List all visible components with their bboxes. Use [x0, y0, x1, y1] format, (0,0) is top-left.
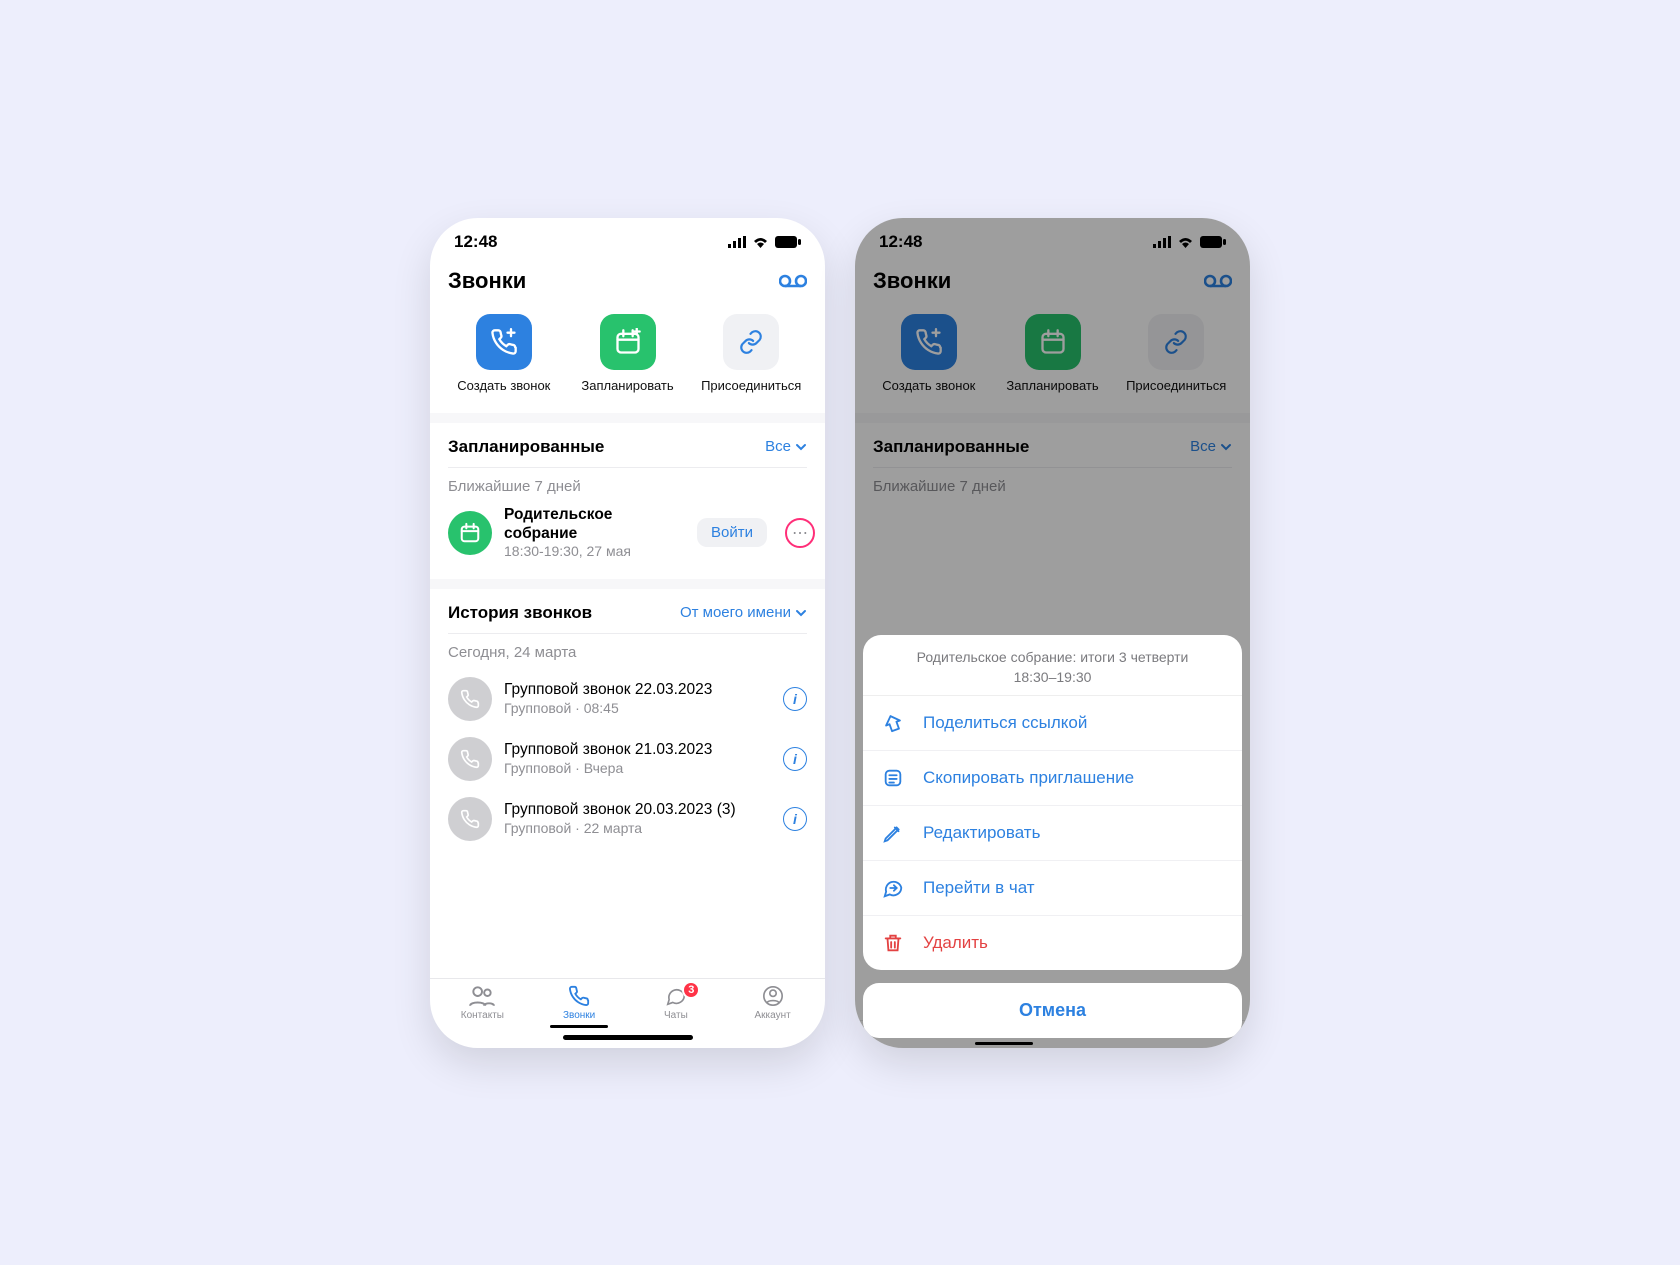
- goto-chat-item[interactable]: Перейти в чат: [863, 860, 1242, 915]
- history-row[interactable]: Групповой звонок 21.03.2023Групповой · В…: [430, 729, 825, 789]
- page-title: Звонки: [448, 268, 526, 294]
- account-icon: [761, 985, 785, 1007]
- scheduled-event[interactable]: Родительское собрание 18:30-19:30, 27 ма…: [430, 503, 825, 579]
- tab-account[interactable]: Аккаунт: [724, 985, 821, 1027]
- row-meta: Групповой · Вчера: [504, 760, 771, 778]
- event-time: 18:30-19:30, 27 мая: [504, 543, 685, 561]
- action-tiles: Создать звонок Запланировать Присоединит…: [430, 306, 825, 413]
- history-day: Сегодня, 24 марта: [430, 634, 825, 669]
- plan-action[interactable]: Запланировать: [566, 314, 690, 393]
- plan-label: Запланировать: [581, 378, 673, 393]
- history-filter[interactable]: От моего имени: [680, 604, 807, 621]
- scheduled-range: Ближайшие 7 дней: [430, 468, 825, 503]
- phone-plus-icon: [490, 328, 518, 356]
- wifi-icon: [752, 236, 769, 248]
- tab-chats[interactable]: 3Чаты: [628, 985, 725, 1027]
- copy-icon: [881, 767, 905, 789]
- cancel-button[interactable]: Отмена: [863, 983, 1242, 1038]
- home-indicator: [563, 1035, 693, 1040]
- create-call-label: Создать звонок: [457, 378, 550, 393]
- scheduled-filter[interactable]: Все: [765, 438, 807, 455]
- plan-tile[interactable]: [600, 314, 656, 370]
- join-label: Присоединиться: [701, 378, 801, 393]
- phone-icon: [448, 797, 492, 841]
- chats-badge: 3: [682, 981, 700, 999]
- delete-item[interactable]: Удалить: [863, 915, 1242, 970]
- row-title: Групповой звонок 20.03.2023 (3): [504, 800, 771, 819]
- history-row[interactable]: Групповой звонок 22.03.2023Групповой · 0…: [430, 669, 825, 729]
- canvas: 12:48 Звонки Создать звонок Запланироват…: [208, 143, 1472, 1123]
- calendar-plus-icon: [614, 328, 642, 356]
- phone-left: 12:48 Звонки Создать звонок Запланироват…: [430, 218, 825, 1048]
- share-icon: [881, 712, 905, 734]
- info-icon[interactable]: i: [783, 747, 807, 771]
- calendar-icon: [448, 511, 492, 555]
- chevron-down-icon: [795, 441, 807, 453]
- join-action[interactable]: Присоединиться: [689, 314, 813, 393]
- tab-calls[interactable]: Звонки: [531, 985, 628, 1027]
- event-title: Родительское собрание: [504, 505, 685, 544]
- chat-arrow-icon: [881, 877, 905, 899]
- history-title: История звонков: [448, 603, 592, 623]
- link-icon: [738, 329, 764, 355]
- create-call-action[interactable]: Создать звонок: [442, 314, 566, 393]
- action-sheet: Родительское собрание: итоги 3 четверти …: [863, 635, 1242, 970]
- scheduled-head: Запланированные Все: [430, 423, 825, 467]
- history-head: История звонков От моего имени: [430, 589, 825, 633]
- join-tile[interactable]: [723, 314, 779, 370]
- copy-invite-item[interactable]: Скопировать приглашение: [863, 750, 1242, 805]
- cellular-icon: [728, 236, 746, 248]
- status-bar: 12:48: [430, 218, 825, 258]
- share-link-item[interactable]: Поделиться ссылкой: [863, 696, 1242, 750]
- tab-contacts[interactable]: Контакты: [434, 985, 531, 1027]
- scheduled-title: Запланированные: [448, 437, 604, 457]
- contacts-icon: [469, 985, 495, 1007]
- sheet-time: 18:30–19:30: [875, 669, 1230, 685]
- row-title: Групповой звонок 21.03.2023: [504, 740, 771, 759]
- chevron-down-icon: [795, 607, 807, 619]
- event-info: Родительское собрание 18:30-19:30, 27 ма…: [504, 505, 685, 561]
- row-meta: Групповой · 22 марта: [504, 820, 771, 838]
- info-icon[interactable]: i: [783, 807, 807, 831]
- header: Звонки: [430, 258, 825, 306]
- phone-icon: [448, 677, 492, 721]
- history-row[interactable]: Групповой звонок 20.03.2023 (3)Групповой…: [430, 789, 825, 849]
- status-icons: [728, 236, 801, 248]
- voicemail-icon[interactable]: [779, 273, 807, 289]
- join-button[interactable]: Войти: [697, 518, 767, 547]
- create-call-tile[interactable]: [476, 314, 532, 370]
- sheet-title: Родительское собрание: итоги 3 четверти: [875, 649, 1230, 665]
- trash-icon: [881, 932, 905, 954]
- phone-icon: [448, 737, 492, 781]
- phone-right: 12:48 Звонки Создать звонок Запланироват…: [855, 218, 1250, 1048]
- status-time: 12:48: [454, 232, 497, 252]
- info-icon[interactable]: i: [783, 687, 807, 711]
- divider: [430, 413, 825, 423]
- pencil-icon: [881, 822, 905, 844]
- phone-icon: [567, 985, 591, 1007]
- divider: [430, 579, 825, 589]
- sheet-header: Родительское собрание: итоги 3 четверти …: [863, 635, 1242, 696]
- row-meta: Групповой · 08:45: [504, 700, 771, 718]
- battery-icon: [775, 236, 801, 248]
- tabbar: Контакты Звонки 3Чаты Аккаунт: [430, 978, 825, 1031]
- row-title: Групповой звонок 22.03.2023: [504, 680, 771, 699]
- more-button[interactable]: ⋯: [785, 518, 815, 548]
- edit-item[interactable]: Редактировать: [863, 805, 1242, 860]
